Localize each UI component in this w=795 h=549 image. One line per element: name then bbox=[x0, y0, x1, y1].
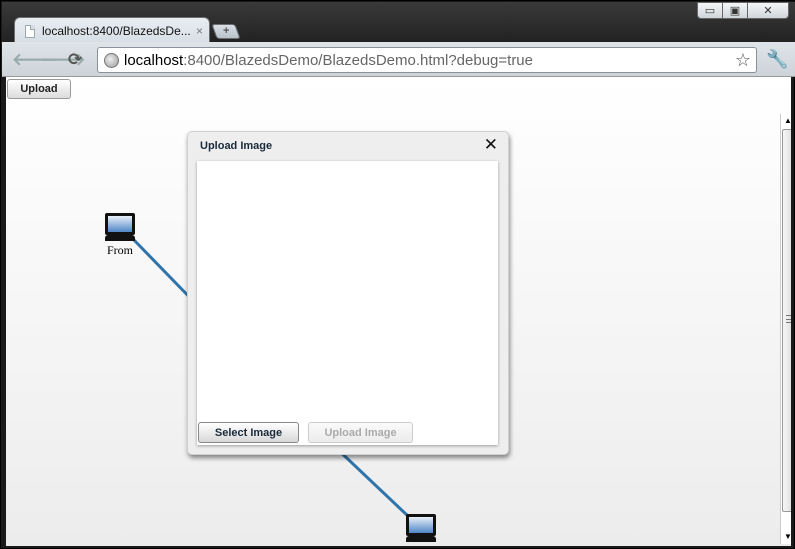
reload-icon[interactable]: ⟳ bbox=[68, 50, 82, 70]
dialog-title: Upload Image bbox=[200, 140, 273, 152]
tab-strip: localhost:8400/BlazedsDe... × + ▭ ▣ ✕ bbox=[2, 2, 795, 44]
url-path: :8400/BlazedsDemo/BlazedsDemo.html?debug… bbox=[183, 51, 533, 69]
node-to[interactable] bbox=[401, 514, 441, 544]
computer-icon bbox=[406, 514, 436, 536]
grip-icon bbox=[786, 315, 791, 323]
browser-tab[interactable]: localhost:8400/BlazedsDe... × bbox=[14, 17, 210, 44]
node-label: From bbox=[106, 243, 133, 257]
tab-title: localhost:8400/BlazedsDe... bbox=[42, 24, 190, 38]
browser-window: localhost:8400/BlazedsDe... × + ▭ ▣ ✕ 🡐 … bbox=[0, 0, 795, 549]
node-from[interactable]: From bbox=[100, 213, 140, 258]
maximize-button[interactable]: ▣ bbox=[722, 2, 748, 19]
upload-image-button[interactable]: Upload Image bbox=[308, 422, 413, 443]
upload-image-dialog: Upload Image ✕ Select Image Upload Image bbox=[187, 131, 509, 455]
scroll-thumb[interactable] bbox=[782, 129, 791, 512]
globe-icon bbox=[104, 52, 119, 68]
tab-close-icon[interactable]: × bbox=[196, 24, 203, 38]
window-controls: ▭ ▣ ✕ bbox=[697, 2, 789, 19]
url-text[interactable]: localhost:8400/BlazedsDemo/BlazedsDemo.h… bbox=[124, 52, 533, 69]
window-close-button[interactable]: ✕ bbox=[747, 2, 789, 19]
bookmark-star-icon[interactable]: ☆ bbox=[735, 50, 751, 71]
scroll-up-arrow-icon[interactable]: ▲ bbox=[781, 114, 791, 128]
wrench-icon[interactable]: 🔧 bbox=[766, 49, 788, 70]
page-content: Upload From Upload Image ✕ Select Image … bbox=[6, 77, 791, 546]
new-tab-button[interactable]: + bbox=[211, 24, 241, 39]
browser-toolbar: 🡐 🡒 ⟳ localhost:8400/BlazedsDemo/Blazeds… bbox=[2, 42, 795, 77]
computer-base bbox=[406, 536, 436, 542]
scroll-down-arrow-icon[interactable]: ▼ bbox=[781, 530, 791, 544]
select-image-button[interactable]: Select Image bbox=[198, 422, 299, 443]
image-preview-area: Select Image Upload Image bbox=[197, 161, 498, 445]
computer-base bbox=[105, 235, 135, 241]
close-icon[interactable]: ✕ bbox=[484, 135, 498, 155]
url-host: localhost bbox=[124, 51, 184, 69]
minimize-button[interactable]: ▭ bbox=[697, 2, 723, 19]
page-icon bbox=[25, 24, 35, 38]
computer-icon bbox=[105, 213, 135, 235]
address-bar[interactable]: localhost:8400/BlazedsDemo/BlazedsDemo.h… bbox=[97, 47, 757, 73]
plus-icon: + bbox=[222, 25, 230, 37]
vertical-scrollbar[interactable]: ▲ ▼ bbox=[780, 114, 791, 544]
